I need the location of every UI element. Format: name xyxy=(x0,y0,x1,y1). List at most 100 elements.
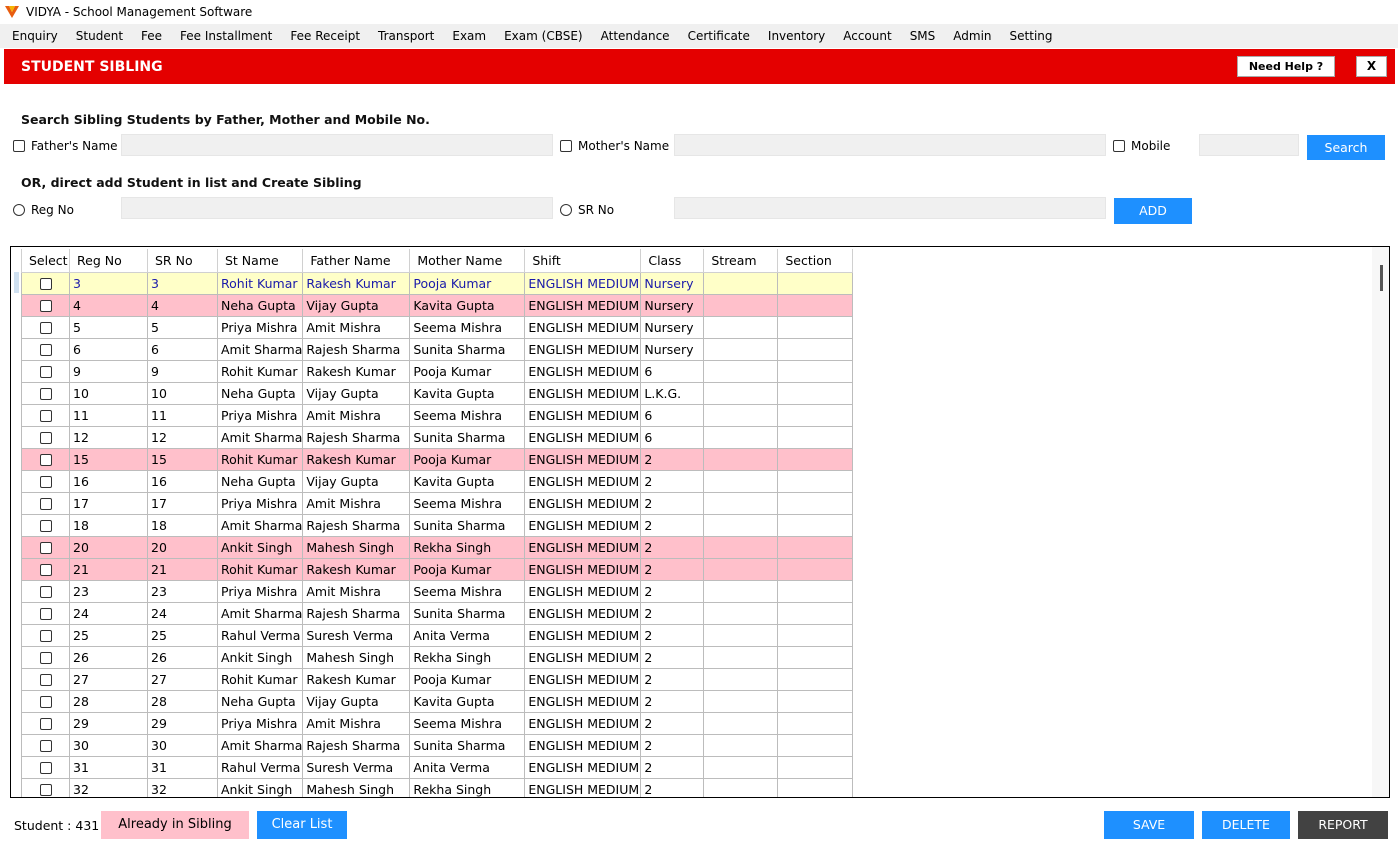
section-cell[interactable] xyxy=(777,425,854,449)
reg-no-cell[interactable]: 10 xyxy=(69,381,148,405)
menu-item-account[interactable]: Account xyxy=(834,24,900,48)
sr-no-cell[interactable]: 11 xyxy=(147,403,218,427)
sr-no-cell[interactable]: 25 xyxy=(147,623,218,647)
select-cell[interactable] xyxy=(21,689,70,713)
stream-cell[interactable] xyxy=(703,689,779,713)
select-cell[interactable] xyxy=(21,667,70,691)
reg-no-cell[interactable]: 27 xyxy=(69,667,148,691)
select-cell[interactable] xyxy=(21,337,70,361)
mother-name-cell[interactable]: Kavita Gupta xyxy=(409,469,526,493)
reg-no-cell[interactable]: 6 xyxy=(69,337,148,361)
class-cell[interactable]: 2 xyxy=(640,557,705,581)
stream-cell[interactable] xyxy=(703,601,779,625)
father-name-cell[interactable]: Vijay Gupta xyxy=(302,381,411,405)
shift-cell[interactable]: ENGLISH MEDIUM xyxy=(524,623,642,647)
reg-no-cell[interactable]: 16 xyxy=(69,469,148,493)
class-cell[interactable]: 2 xyxy=(640,667,705,691)
student-name-cell[interactable]: Neha Gupta xyxy=(216,381,304,405)
checkbox-icon[interactable] xyxy=(39,366,52,378)
stream-cell[interactable] xyxy=(703,777,779,797)
section-cell[interactable] xyxy=(777,491,854,515)
father-name-cell[interactable]: Vijay Gupta xyxy=(302,689,411,713)
table-row[interactable]: 29 29 Priya Mishra Amit Mishra Seema Mishra E… xyxy=(21,711,854,735)
mother-name-cell[interactable]: Sunita Sharma xyxy=(409,337,526,361)
select-cell[interactable] xyxy=(21,777,70,797)
select-cell[interactable] xyxy=(21,513,70,537)
section-cell[interactable] xyxy=(777,469,854,493)
select-cell[interactable] xyxy=(21,469,70,493)
sr-no-cell[interactable]: 4 xyxy=(147,293,218,317)
reg-no-cell[interactable]: 28 xyxy=(69,689,148,713)
checkbox-icon[interactable] xyxy=(39,762,52,774)
father-name-cell[interactable]: Suresh Verma xyxy=(302,623,411,647)
section-cell[interactable] xyxy=(777,623,854,647)
table-row[interactable]: 16 16 Neha Gupta Vijay Gupta Kavita Gupta ENG… xyxy=(21,469,854,493)
checkbox-icon[interactable] xyxy=(39,410,52,422)
mother-name-cell[interactable]: Pooja Kumar xyxy=(409,359,526,383)
section-cell[interactable] xyxy=(777,579,854,603)
class-cell[interactable]: 2 xyxy=(640,601,705,625)
select-cell[interactable] xyxy=(21,711,70,735)
shift-cell[interactable]: ENGLISH MEDIUM xyxy=(524,469,642,493)
table-row[interactable]: 4 4 Neha Gupta Vijay Gupta Kavita Gupta ENGLI… xyxy=(21,293,854,317)
menu-item-sms[interactable]: SMS xyxy=(901,24,945,48)
need-help-button[interactable]: Need Help ? xyxy=(1237,56,1335,77)
checkbox-icon[interactable] xyxy=(39,300,52,312)
select-cell[interactable] xyxy=(21,733,70,757)
column-header-class[interactable]: Class xyxy=(640,249,705,273)
class-cell[interactable]: 2 xyxy=(640,447,705,471)
stream-cell[interactable] xyxy=(703,381,779,405)
shift-cell[interactable]: ENGLISH MEDIUM xyxy=(524,711,642,735)
father-name-cell[interactable]: Rakesh Kumar xyxy=(302,271,411,295)
checkbox-icon[interactable] xyxy=(39,344,52,356)
mother-name-cell[interactable]: Kavita Gupta xyxy=(409,689,526,713)
class-cell[interactable]: Nursery xyxy=(640,315,705,339)
table-row[interactable]: 9 9 Rohit Kumar Rakesh Kumar Pooja Kumar ENGL… xyxy=(21,359,854,383)
checkbox-icon[interactable] xyxy=(1113,140,1125,152)
column-header-mother-name[interactable]: Mother Name xyxy=(409,249,526,273)
table-row[interactable]: 15 15 Rohit Kumar Rakesh Kumar Pooja Kumar EN… xyxy=(21,447,854,471)
student-name-cell[interactable]: Rohit Kumar xyxy=(216,667,304,691)
stream-cell[interactable] xyxy=(703,293,779,317)
reg-no-cell[interactable]: 20 xyxy=(69,535,148,559)
father-name-cell[interactable]: Vijay Gupta xyxy=(302,293,411,317)
checkbox-icon[interactable] xyxy=(39,564,52,576)
reg-no-cell[interactable]: 32 xyxy=(69,777,148,797)
class-cell[interactable]: 2 xyxy=(640,623,705,647)
reg-no-cell[interactable]: 12 xyxy=(69,425,148,449)
checkbox-icon[interactable] xyxy=(13,140,25,152)
sr-no-input[interactable] xyxy=(674,197,1106,219)
class-cell[interactable]: Nursery xyxy=(640,271,705,295)
section-cell[interactable] xyxy=(777,271,854,295)
student-name-cell[interactable]: Amit Sharma xyxy=(216,337,304,361)
sr-no-cell[interactable]: 3 xyxy=(147,271,218,295)
select-cell[interactable] xyxy=(21,271,70,295)
reg-no-input[interactable] xyxy=(121,197,553,219)
shift-cell[interactable]: ENGLISH MEDIUM xyxy=(524,447,642,471)
select-cell[interactable] xyxy=(21,293,70,317)
select-cell[interactable] xyxy=(21,403,70,427)
checkbox-icon[interactable] xyxy=(39,432,52,444)
reg-no-cell[interactable]: 29 xyxy=(69,711,148,735)
father-name-cell[interactable]: Amit Mishra xyxy=(302,579,411,603)
select-cell[interactable] xyxy=(21,447,70,471)
section-cell[interactable] xyxy=(777,403,854,427)
father-name-cell[interactable]: Rakesh Kumar xyxy=(302,557,411,581)
menu-item-fee[interactable]: Fee xyxy=(132,24,171,48)
sr-no-cell[interactable]: 24 xyxy=(147,601,218,625)
section-cell[interactable] xyxy=(777,711,854,735)
shift-cell[interactable]: ENGLISH MEDIUM xyxy=(524,733,642,757)
checkbox-icon[interactable] xyxy=(39,784,52,796)
select-cell[interactable] xyxy=(21,425,70,449)
class-cell[interactable]: 2 xyxy=(640,711,705,735)
checkbox-icon[interactable] xyxy=(39,586,52,598)
menu-item-attendance[interactable]: Attendance xyxy=(592,24,679,48)
mother-name-cell[interactable]: Pooja Kumar xyxy=(409,557,526,581)
select-cell[interactable] xyxy=(21,315,70,339)
reg-no-cell[interactable]: 3 xyxy=(69,271,148,295)
mother-name-cell[interactable]: Pooja Kumar xyxy=(409,667,526,691)
stream-cell[interactable] xyxy=(703,535,779,559)
reg-no-cell[interactable]: 17 xyxy=(69,491,148,515)
reg-no-cell[interactable]: 21 xyxy=(69,557,148,581)
class-cell[interactable]: 2 xyxy=(640,645,705,669)
